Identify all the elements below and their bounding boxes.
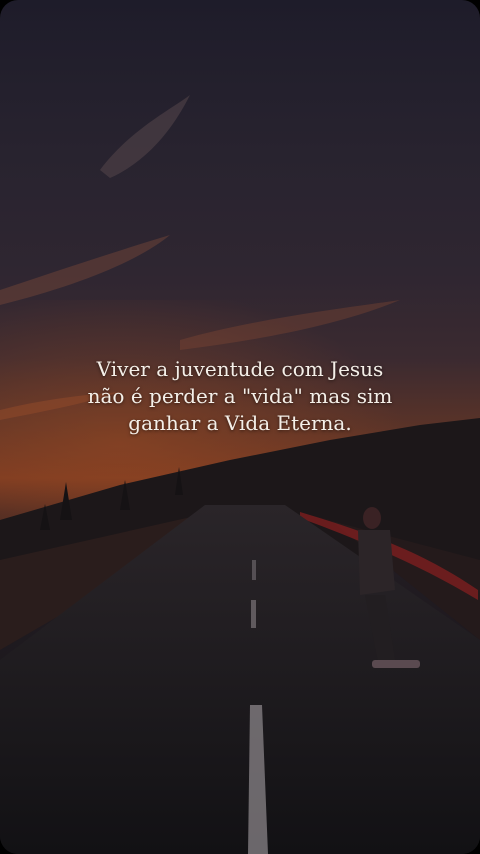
quote-line: não é perder a "vida" mas sim [87, 384, 393, 408]
quote-line: Viver a juventude com Jesus [96, 357, 384, 381]
quote-line: ganhar a Vida Eterna. [128, 411, 352, 435]
cloud [100, 95, 190, 178]
quote-text: Viver a juventude com Jesus não é perder… [40, 356, 440, 437]
story-background-photo: Viver a juventude com Jesus não é perder… [0, 0, 480, 854]
road-dash [251, 600, 256, 628]
road-dash [252, 560, 256, 580]
cloud [0, 235, 170, 305]
